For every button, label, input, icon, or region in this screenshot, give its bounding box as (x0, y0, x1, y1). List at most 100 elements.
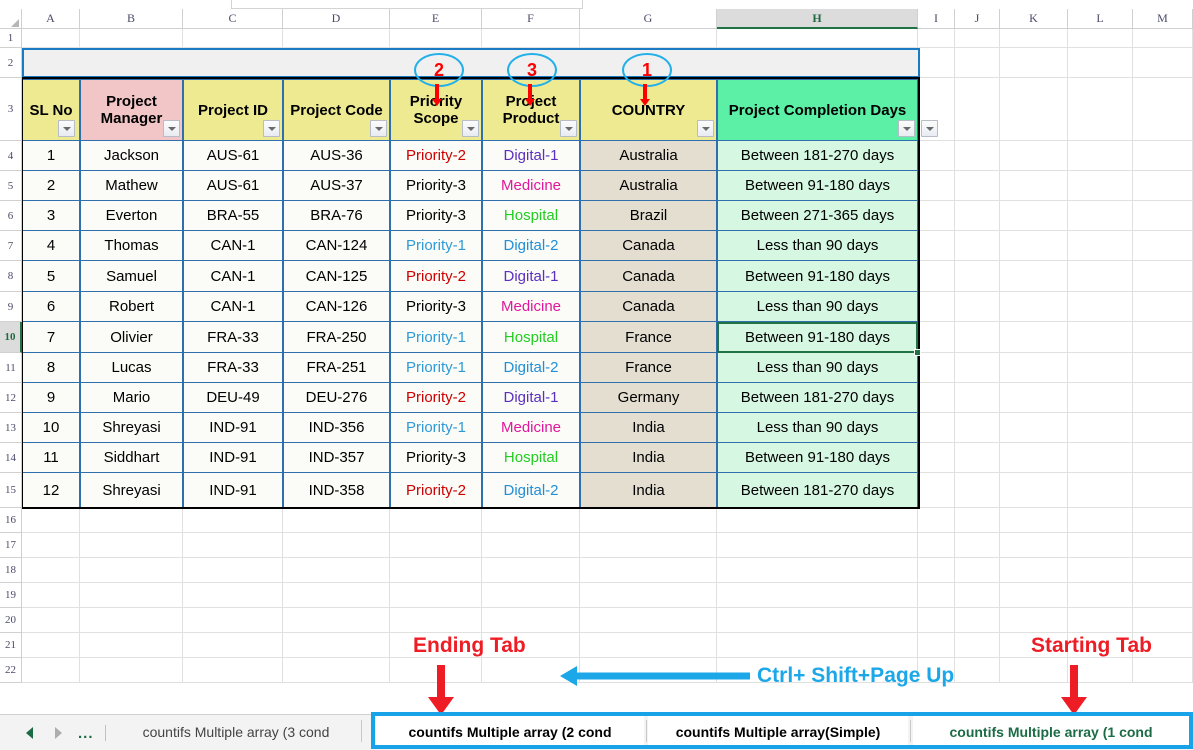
grid-cell[interactable] (482, 583, 580, 608)
grid-cell[interactable] (390, 533, 482, 558)
table-row[interactable]: 5 (22, 261, 80, 292)
table-row[interactable]: Olivier (80, 322, 183, 353)
grid-cell[interactable] (955, 608, 1000, 633)
grid-cell[interactable] (1133, 322, 1193, 353)
table-row[interactable]: AUS-37 (283, 171, 390, 201)
grid-cell[interactable] (283, 633, 390, 658)
grid-cell[interactable] (918, 633, 955, 658)
grid-cell[interactable] (580, 558, 717, 583)
grid-cell[interactable] (1000, 78, 1068, 141)
table-row[interactable]: IND-91 (183, 473, 283, 508)
table-row[interactable]: Priority-3 (390, 201, 482, 231)
grid-cell[interactable] (283, 608, 390, 633)
column-header-k[interactable]: K (1000, 9, 1068, 29)
grid-cell[interactable] (918, 292, 955, 322)
row-header-22[interactable]: 22 (0, 658, 22, 683)
grid-cell[interactable] (1133, 29, 1193, 48)
table-row[interactable]: Digital-2 (482, 353, 580, 383)
grid-cell[interactable] (580, 633, 717, 658)
table-row[interactable]: Thomas (80, 231, 183, 261)
grid-cell[interactable] (1000, 508, 1068, 533)
column-header-d[interactable]: D (283, 9, 390, 29)
grid-cell[interactable] (918, 141, 955, 171)
grid-cell[interactable] (183, 633, 283, 658)
grid-cell[interactable] (955, 383, 1000, 413)
grid-cell[interactable] (1068, 383, 1133, 413)
table-row[interactable]: CAN-124 (283, 231, 390, 261)
grid-cell[interactable] (283, 658, 390, 683)
grid-cell[interactable] (1133, 78, 1193, 141)
grid-cell[interactable] (1068, 508, 1133, 533)
grid-cell[interactable] (918, 558, 955, 583)
table-row[interactable]: AUS-61 (183, 171, 283, 201)
grid-cell[interactable] (22, 583, 80, 608)
grid-cell[interactable] (918, 608, 955, 633)
grid-cell[interactable] (1000, 353, 1068, 383)
grid-cell[interactable] (283, 583, 390, 608)
tab-nav-prev-button[interactable] (20, 724, 38, 742)
grid-cell[interactable] (717, 558, 918, 583)
grid-cell[interactable] (955, 261, 1000, 292)
table-row[interactable]: Priority-2 (390, 383, 482, 413)
grid-cell[interactable] (955, 48, 1000, 78)
table-header-project-completion-days[interactable]: Project Completion Days (717, 79, 918, 141)
table-row[interactable]: IND-91 (183, 443, 283, 473)
grid-cell[interactable] (80, 658, 183, 683)
table-row[interactable]: CAN-1 (183, 261, 283, 292)
grid-cell[interactable] (1000, 473, 1068, 508)
column-header-i[interactable]: I (918, 9, 955, 29)
table-row[interactable]: Priority-3 (390, 171, 482, 201)
table-row[interactable]: CAN-1 (183, 292, 283, 322)
grid-cell[interactable] (955, 508, 1000, 533)
grid-cell[interactable] (1133, 508, 1193, 533)
filter-dropdown-icon-project-code[interactable] (370, 120, 387, 137)
grid-cell[interactable] (717, 29, 918, 48)
grid-cell[interactable] (22, 658, 80, 683)
select-all-corner[interactable] (0, 9, 22, 29)
grid-cell[interactable] (1068, 141, 1133, 171)
grid-cell[interactable] (22, 533, 80, 558)
grid-cell[interactable] (955, 141, 1000, 171)
grid-cell[interactable] (183, 583, 283, 608)
grid-cell[interactable] (183, 29, 283, 48)
table-row[interactable]: Between 91-180 days (717, 443, 918, 473)
table-row[interactable]: BRA-55 (183, 201, 283, 231)
table-row[interactable]: 3 (22, 201, 80, 231)
table-row[interactable]: Digital-1 (482, 141, 580, 171)
filter-dropdown-icon-project-completion-days[interactable] (898, 120, 915, 137)
table-row[interactable]: India (580, 413, 717, 443)
table-row[interactable]: India (580, 473, 717, 508)
table-row[interactable]: Priority-3 (390, 292, 482, 322)
grid-cell[interactable] (1068, 171, 1133, 201)
table-row[interactable]: France (580, 353, 717, 383)
table-row[interactable]: CAN-125 (283, 261, 390, 292)
grid-cell[interactable] (918, 171, 955, 201)
table-row[interactable]: Hospital (482, 443, 580, 473)
grid-cell[interactable] (1133, 383, 1193, 413)
grid-cell[interactable] (1068, 78, 1133, 141)
grid-cell[interactable] (1000, 292, 1068, 322)
grid-cell[interactable] (717, 583, 918, 608)
row-header-18[interactable]: 18 (0, 558, 22, 583)
table-row[interactable]: Robert (80, 292, 183, 322)
column-header-c[interactable]: C (183, 9, 283, 29)
table-row[interactable]: Samuel (80, 261, 183, 292)
grid-cell[interactable] (918, 29, 955, 48)
grid-cell[interactable] (1133, 353, 1193, 383)
grid-cell[interactable] (918, 231, 955, 261)
table-row[interactable]: CAN-1 (183, 231, 283, 261)
table-row[interactable]: 8 (22, 353, 80, 383)
column-header-h[interactable]: H (717, 9, 918, 29)
grid-cell[interactable] (482, 608, 580, 633)
table-row[interactable]: Jackson (80, 141, 183, 171)
table-row[interactable]: IND-357 (283, 443, 390, 473)
grid-cell[interactable] (1133, 558, 1193, 583)
row-header-21[interactable]: 21 (0, 633, 22, 658)
filter-dropdown-icon-priority-scope[interactable] (462, 120, 479, 137)
grid-cell[interactable] (22, 608, 80, 633)
grid-cell[interactable] (1068, 292, 1133, 322)
column-header-j[interactable]: J (955, 9, 1000, 29)
grid-cell[interactable] (1133, 658, 1193, 683)
table-row[interactable]: France (580, 322, 717, 353)
row-header-6[interactable]: 6 (0, 201, 22, 231)
